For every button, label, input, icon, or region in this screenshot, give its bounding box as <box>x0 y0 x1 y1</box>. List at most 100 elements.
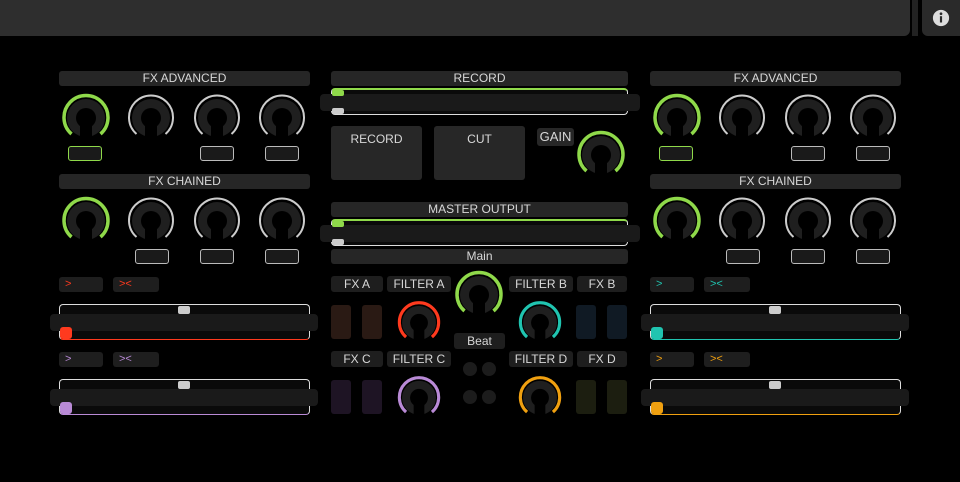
filter-d-knob[interactable] <box>515 371 565 421</box>
record-level-track <box>320 94 640 111</box>
left-fx-advanced-title: FX ADVANCED <box>59 71 310 86</box>
left-deck-c-play-tag[interactable]: > <box>59 352 103 367</box>
fx-a-pad-2[interactable] <box>362 305 382 339</box>
left-fx-advanced-knob-2[interactable] <box>123 88 179 144</box>
right-fx-chained-knob-1[interactable] <box>649 191 705 247</box>
gain-knob[interactable] <box>573 125 629 181</box>
left-deck-a-play-tag[interactable]: > <box>59 277 103 292</box>
toolbar-divider <box>912 0 918 36</box>
left-fx-chained-knob-1[interactable] <box>58 191 114 247</box>
left-fx-chained-knob-3[interactable] <box>189 191 245 247</box>
right-deck-b-position-marker <box>651 327 663 339</box>
right-deck-b-slider[interactable] <box>641 304 909 340</box>
right-deck-d-play-tag[interactable]: > <box>650 352 694 367</box>
right-deck-d-slider-thumb[interactable] <box>769 381 781 389</box>
record-level-slider[interactable] <box>320 88 640 115</box>
fx-d-pad-2[interactable] <box>607 380 627 414</box>
record-button-label: RECORD <box>350 132 403 146</box>
fx-a-button[interactable]: FX A <box>331 276 383 292</box>
left-fx-advanced-knob-3[interactable] <box>189 88 245 144</box>
left-fx-advanced-knob-1[interactable] <box>58 88 114 144</box>
info-icon <box>932 9 950 27</box>
right-fx-advanced-knob-1[interactable] <box>649 88 705 144</box>
filter-a-button[interactable]: FILTER A <box>387 276 451 292</box>
info-button[interactable] <box>922 0 960 36</box>
right-deck-d-slider-track <box>641 389 909 406</box>
fx-b-pad-1[interactable] <box>576 305 596 339</box>
left-fx-chained-toggle-3[interactable] <box>200 249 234 264</box>
right-deck-b-cue-tag[interactable]: >< <box>704 277 750 292</box>
filter-c-button[interactable]: FILTER C <box>387 351 451 367</box>
right-deck-d-position-marker <box>651 402 663 414</box>
left-fx-advanced-toggle-1[interactable] <box>68 146 102 161</box>
record-level-thumb[interactable] <box>332 108 344 114</box>
filter-d-button[interactable]: FILTER D <box>509 351 573 367</box>
left-fx-advanced-knob-4[interactable] <box>254 88 310 144</box>
left-deck-a-slider-thumb[interactable] <box>178 306 190 314</box>
main-label: Main <box>331 249 628 264</box>
left-fx-chained-toggle-2[interactable] <box>135 249 169 264</box>
left-fx-chained-knob-4[interactable] <box>254 191 310 247</box>
right-fx-advanced-knob-3[interactable] <box>780 88 836 144</box>
right-fx-chained-toggle-2[interactable] <box>726 249 760 264</box>
right-fx-advanced-title: FX ADVANCED <box>650 71 901 86</box>
right-fx-advanced-toggle-1[interactable] <box>659 146 693 161</box>
left-deck-c-slider-track <box>50 389 318 406</box>
main-knob[interactable] <box>451 265 507 321</box>
filter-a-knob[interactable] <box>394 296 444 346</box>
filter-c-knob[interactable] <box>394 371 444 421</box>
right-fx-chained-toggle-3[interactable] <box>791 249 825 264</box>
left-deck-c-slider-thumb[interactable] <box>178 381 190 389</box>
left-fx-advanced-toggle-4[interactable] <box>265 146 299 161</box>
cut-button[interactable]: CUT <box>434 126 525 180</box>
fx-c-pad-1[interactable] <box>331 380 351 414</box>
right-fx-chained-title: FX CHAINED <box>650 174 901 189</box>
beat-button[interactable]: Beat <box>454 333 505 349</box>
left-deck-a-slider[interactable] <box>50 304 318 340</box>
record-title: RECORD <box>331 71 628 86</box>
left-fx-chained-title: FX CHAINED <box>59 174 310 189</box>
fx-a-pad-1[interactable] <box>331 305 351 339</box>
left-deck-a-cue-tag[interactable]: >< <box>113 277 159 292</box>
right-fx-advanced-toggle-4[interactable] <box>856 146 890 161</box>
left-deck-c-slider[interactable] <box>50 379 318 415</box>
right-fx-advanced-knob-4[interactable] <box>845 88 901 144</box>
filter-b-knob[interactable] <box>515 296 565 346</box>
right-fx-chained-knob-3[interactable] <box>780 191 836 247</box>
left-deck-c-cue-tag[interactable]: >< <box>113 352 159 367</box>
fx-c-pad-2[interactable] <box>362 380 382 414</box>
right-fx-chained-knob-4[interactable] <box>845 191 901 247</box>
left-deck-c-position-marker <box>60 402 72 414</box>
master-output-track <box>320 225 640 242</box>
left-deck-a-slider-track <box>50 314 318 331</box>
fx-b-pad-2[interactable] <box>607 305 627 339</box>
right-deck-b-slider-thumb[interactable] <box>769 306 781 314</box>
cut-button-label: CUT <box>467 132 492 146</box>
left-fx-advanced-toggle-3[interactable] <box>200 146 234 161</box>
beat-indicator-2 <box>482 362 496 376</box>
right-fx-advanced-knob-2[interactable] <box>714 88 770 144</box>
right-deck-d-cue-tag[interactable]: >< <box>704 352 750 367</box>
beat-indicator-3 <box>463 390 477 404</box>
right-fx-chained-knob-2[interactable] <box>714 191 770 247</box>
fx-c-button[interactable]: FX C <box>331 351 383 367</box>
fx-d-button[interactable]: FX D <box>577 351 627 367</box>
right-deck-d-slider[interactable] <box>641 379 909 415</box>
master-output-marker <box>332 221 344 227</box>
fx-d-pad-1[interactable] <box>576 380 596 414</box>
beat-indicator-4 <box>482 390 496 404</box>
beat-indicator-1 <box>463 362 477 376</box>
fx-b-button[interactable]: FX B <box>577 276 627 292</box>
right-deck-b-play-tag[interactable]: > <box>650 277 694 292</box>
master-output-slider[interactable] <box>320 219 640 246</box>
left-deck-a-position-marker <box>60 327 72 339</box>
left-fx-chained-toggle-4[interactable] <box>265 249 299 264</box>
top-toolbar <box>0 0 910 36</box>
filter-b-button[interactable]: FILTER B <box>509 276 573 292</box>
left-fx-chained-knob-2[interactable] <box>123 191 179 247</box>
master-output-thumb[interactable] <box>332 239 344 245</box>
record-button[interactable]: RECORD <box>331 126 422 180</box>
record-level-marker <box>332 90 344 96</box>
right-fx-chained-toggle-4[interactable] <box>856 249 890 264</box>
right-fx-advanced-toggle-3[interactable] <box>791 146 825 161</box>
